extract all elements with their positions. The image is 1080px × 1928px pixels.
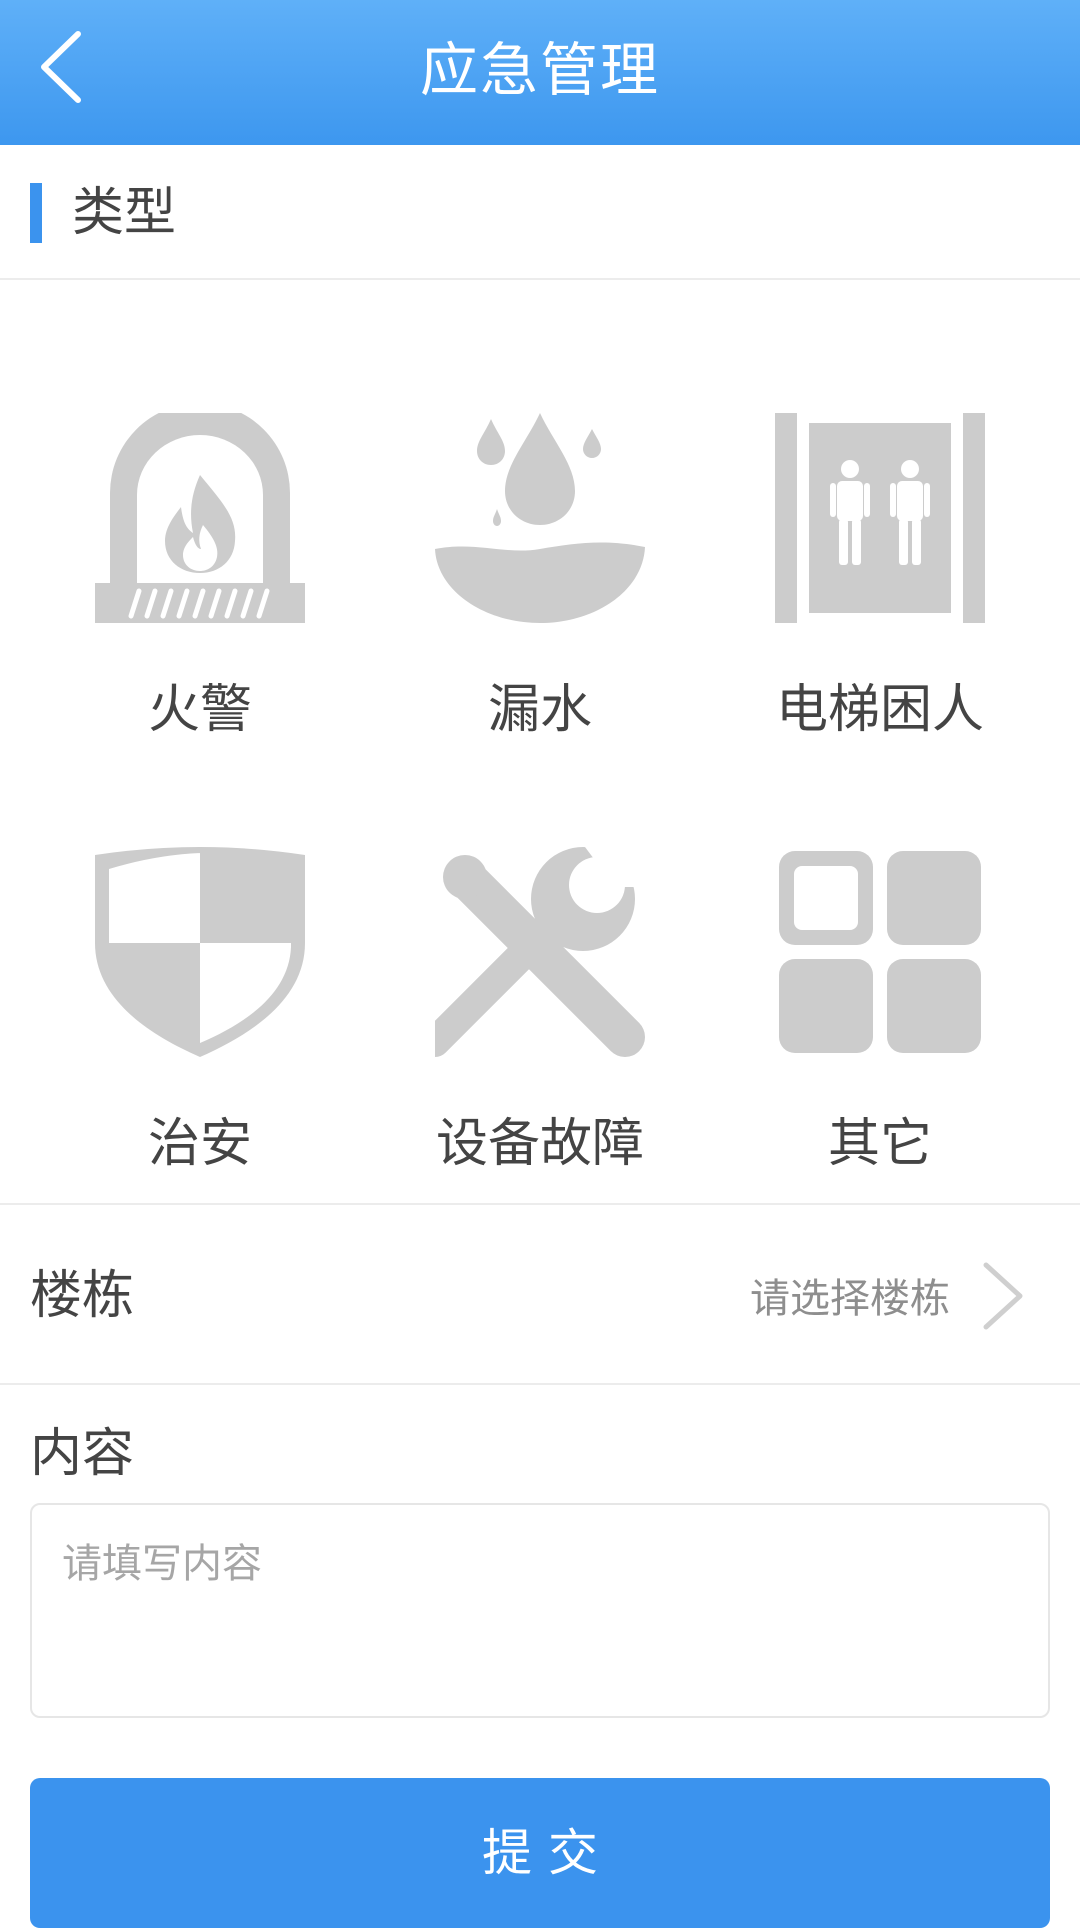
type-section-header: 类型 <box>0 145 1080 280</box>
type-label-elevator: 电梯困人 <box>775 680 984 740</box>
fireplace-icon <box>95 413 305 623</box>
building-label: 楼栋 <box>30 1266 135 1326</box>
type-item-water-leak[interactable]: 漏水 <box>370 413 710 803</box>
type-label-security: 治安 <box>147 1114 252 1174</box>
section-accent-bar <box>30 183 42 243</box>
type-label-water-leak: 漏水 <box>487 680 592 740</box>
type-item-elevator[interactable]: 电梯困人 <box>710 413 1050 803</box>
submit-button[interactable]: 提交 <box>30 1778 1050 1928</box>
type-item-fire[interactable]: 火警 <box>30 413 370 803</box>
type-item-equipment-fault[interactable]: 设备故障 <box>370 847 710 1237</box>
type-label-fire: 火警 <box>147 680 252 740</box>
type-grid: 火警 漏水 电梯困人 治安 设备故障 其它 <box>0 280 1080 1205</box>
type-item-other[interactable]: 其它 <box>710 847 1050 1237</box>
content-label: 内容 <box>30 1424 135 1484</box>
building-select-row[interactable]: 楼栋 请选择楼栋 <box>0 1207 1080 1385</box>
content-input[interactable] <box>30 1503 1050 1718</box>
type-label-other: 其它 <box>827 1114 932 1174</box>
tools-icon <box>435 847 645 1057</box>
type-label-equipment-fault: 设备故障 <box>435 1114 644 1174</box>
chevron-right-icon <box>983 1262 1023 1330</box>
type-section-title: 类型 <box>72 183 177 243</box>
building-select-value: 请选择楼栋 <box>750 1276 950 1322</box>
page-title: 应急管理 <box>419 36 660 104</box>
shield-icon <box>95 847 305 1057</box>
water-leak-icon <box>435 413 645 623</box>
type-item-security[interactable]: 治安 <box>30 847 370 1237</box>
nav-bar: 应急管理 <box>0 0 1080 145</box>
grid-icon <box>779 851 981 1053</box>
elevator-icon <box>775 413 985 623</box>
